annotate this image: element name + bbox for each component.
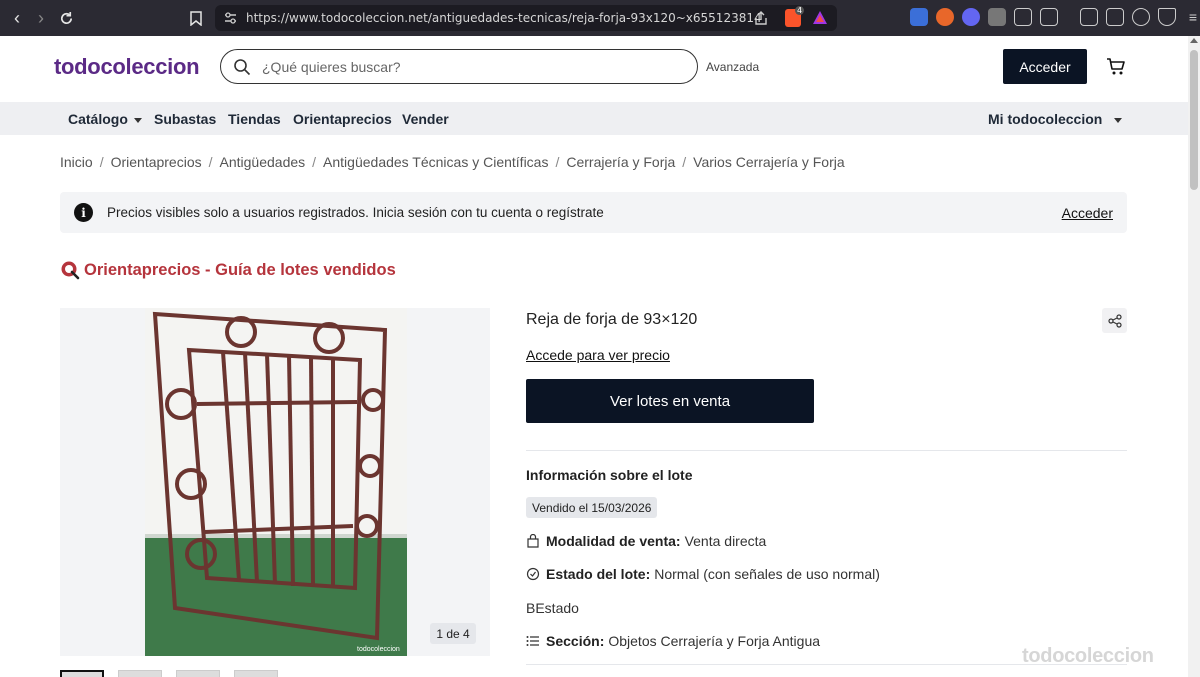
sale-mode-value: Venta directa — [684, 533, 767, 549]
page-watermark: todocoleccion — [1022, 645, 1154, 667]
breadcrumb-item[interactable]: Cerrajería y Forja — [566, 154, 675, 170]
address-bar[interactable]: https://www.todocoleccion.net/antiguedad… — [215, 5, 837, 31]
reload-icon[interactable] — [54, 6, 78, 30]
breadcrumb-item[interactable]: Orientaprecios — [111, 154, 202, 170]
photo-watermark: todocoleccion — [357, 646, 400, 653]
search-input[interactable] — [262, 58, 682, 75]
login-notice: i Precios visibles solo a usuarios regis… — [60, 192, 1127, 233]
condition-label: Estado del lote: — [546, 566, 651, 582]
notice-text: Precios visibles solo a usuarios registr… — [107, 205, 604, 220]
condition-row: Estado del lote: Normal (con señales de … — [526, 566, 880, 582]
breadcrumb-separator: / — [208, 154, 213, 170]
site-settings-icon[interactable] — [224, 12, 237, 24]
url-text: https://www.todocoleccion.net/antiguedad… — [246, 11, 762, 25]
lot-info-heading: Información sobre el lote — [526, 467, 693, 483]
nav-vender[interactable]: Vender — [402, 111, 449, 127]
list-icon — [526, 636, 539, 646]
price-login-link[interactable]: Accede para ver precio — [526, 347, 670, 363]
breadcrumb: Inicio / Orientaprecios / Antigüedades / Antig… — [60, 154, 845, 170]
product-photo[interactable]: todocoleccion — [145, 308, 407, 656]
thumbnail[interactable] — [234, 670, 278, 677]
chevron-down-icon — [1114, 117, 1123, 123]
condition-value: Normal (con señales de uso normal) — [654, 566, 880, 582]
extension-fire-icon[interactable] — [936, 8, 954, 26]
scroll-up-icon[interactable] — [1190, 38, 1198, 43]
nav-account[interactable]: Mi todocoleccion — [988, 111, 1123, 127]
divider — [526, 450, 1127, 451]
extension-capture-icon[interactable] — [1040, 8, 1058, 26]
breadcrumb-item[interactable]: Inicio — [60, 154, 93, 170]
search-bar — [220, 49, 698, 84]
extensions-puzzle-icon[interactable] — [1014, 8, 1032, 26]
share-icon — [1107, 313, 1122, 328]
main-nav: Catálogo Subastas Tiendas Orientaprecios… — [0, 102, 1188, 135]
breadcrumb-separator: / — [682, 154, 687, 170]
forward-icon[interactable]: › — [29, 6, 53, 30]
sidebar-toggle-icon[interactable] — [1080, 8, 1098, 26]
vpn-icon[interactable] — [1158, 8, 1176, 26]
search-icon[interactable] — [233, 58, 251, 76]
scrollbar-thumb[interactable] — [1190, 50, 1198, 190]
nav-tiendas[interactable]: Tiendas — [228, 111, 281, 127]
thumbnail[interactable] — [60, 670, 104, 677]
breadcrumb-separator: / — [312, 154, 317, 170]
back-icon[interactable]: ‹ — [5, 6, 29, 30]
site-header: todocoleccion Avanzada Acceder — [0, 36, 1188, 102]
extension-link-icon[interactable] — [962, 8, 980, 26]
extensions-bar: ≡ — [910, 8, 1200, 26]
thumbnail[interactable] — [176, 670, 220, 677]
breadcrumb-separator: / — [555, 154, 560, 170]
extension-shield-icon[interactable] — [910, 8, 928, 26]
view-lots-button[interactable]: Ver lotes en venta — [526, 379, 814, 423]
scrollbar[interactable] — [1188, 36, 1200, 677]
site-logo[interactable]: todocoleccion — [54, 54, 200, 80]
breadcrumb-item[interactable]: Varios Cerrajería y Forja — [693, 154, 844, 170]
notice-login-link[interactable]: Acceder — [1062, 205, 1113, 221]
chevron-down-icon — [133, 117, 142, 123]
nav-catalogo-label: Catálogo — [68, 111, 128, 127]
thumbnail-strip — [60, 670, 278, 677]
orientaprecios-icon — [61, 261, 80, 280]
brave-shields-count: 4 — [795, 6, 805, 15]
nav-catalogo[interactable]: Catálogo — [68, 111, 142, 127]
wallet-icon[interactable] — [1106, 8, 1124, 26]
nav-orientaprecios[interactable]: Orientaprecios — [293, 111, 392, 127]
brave-rewards-icon[interactable] — [812, 10, 828, 25]
sale-mode-label: Modalidad de venta: — [546, 533, 681, 549]
extension-camera-icon[interactable] — [988, 8, 1006, 26]
bestado-text: BEstado — [526, 600, 579, 616]
breadcrumb-item[interactable]: Antigüedades — [220, 154, 306, 170]
image-gallery[interactable]: todocoleccion — [60, 308, 490, 656]
cart-icon[interactable] — [1106, 57, 1126, 76]
check-badge-icon — [526, 567, 540, 581]
nav-account-label: Mi todocoleccion — [988, 111, 1103, 127]
section-value[interactable]: Objetos Cerrajería y Forja Antigua — [608, 633, 820, 649]
leo-ai-icon[interactable] — [1132, 8, 1150, 26]
section-label: Sección: — [546, 633, 605, 649]
nav-subastas[interactable]: Subastas — [154, 111, 216, 127]
section-row: Sección: Objetos Cerrajería y Forja Anti… — [526, 633, 820, 649]
browser-toolbar: ‹ › https://www.todocoleccion.net/antigu… — [0, 0, 1200, 36]
sale-mode-row: Modalidad de venta: Venta directa — [526, 533, 766, 549]
breadcrumb-item[interactable]: Antigüedades Técnicas y Científicas — [323, 154, 548, 170]
menu-icon[interactable]: ≡ — [1184, 8, 1200, 26]
login-button[interactable]: Acceder — [1003, 49, 1087, 84]
info-icon: i — [74, 203, 93, 222]
bookmark-icon[interactable] — [184, 6, 208, 30]
breadcrumb-separator: / — [99, 154, 104, 170]
section-title: Orientaprecios - Guía de lotes vendidos — [84, 260, 396, 279]
thumbnail[interactable] — [118, 670, 162, 677]
product-title: Reja de forja de 93×120 — [526, 311, 698, 328]
bag-icon — [527, 534, 539, 548]
sold-date-badge: Vendido el 15/03/2026 — [526, 497, 658, 518]
advanced-search-link[interactable]: Avanzada — [706, 60, 759, 74]
share-page-icon[interactable] — [754, 11, 768, 25]
section-heading: Orientaprecios - Guía de lotes vendidos — [60, 260, 396, 280]
share-button[interactable] — [1102, 308, 1127, 333]
image-counter: 1 de 4 — [430, 623, 476, 644]
